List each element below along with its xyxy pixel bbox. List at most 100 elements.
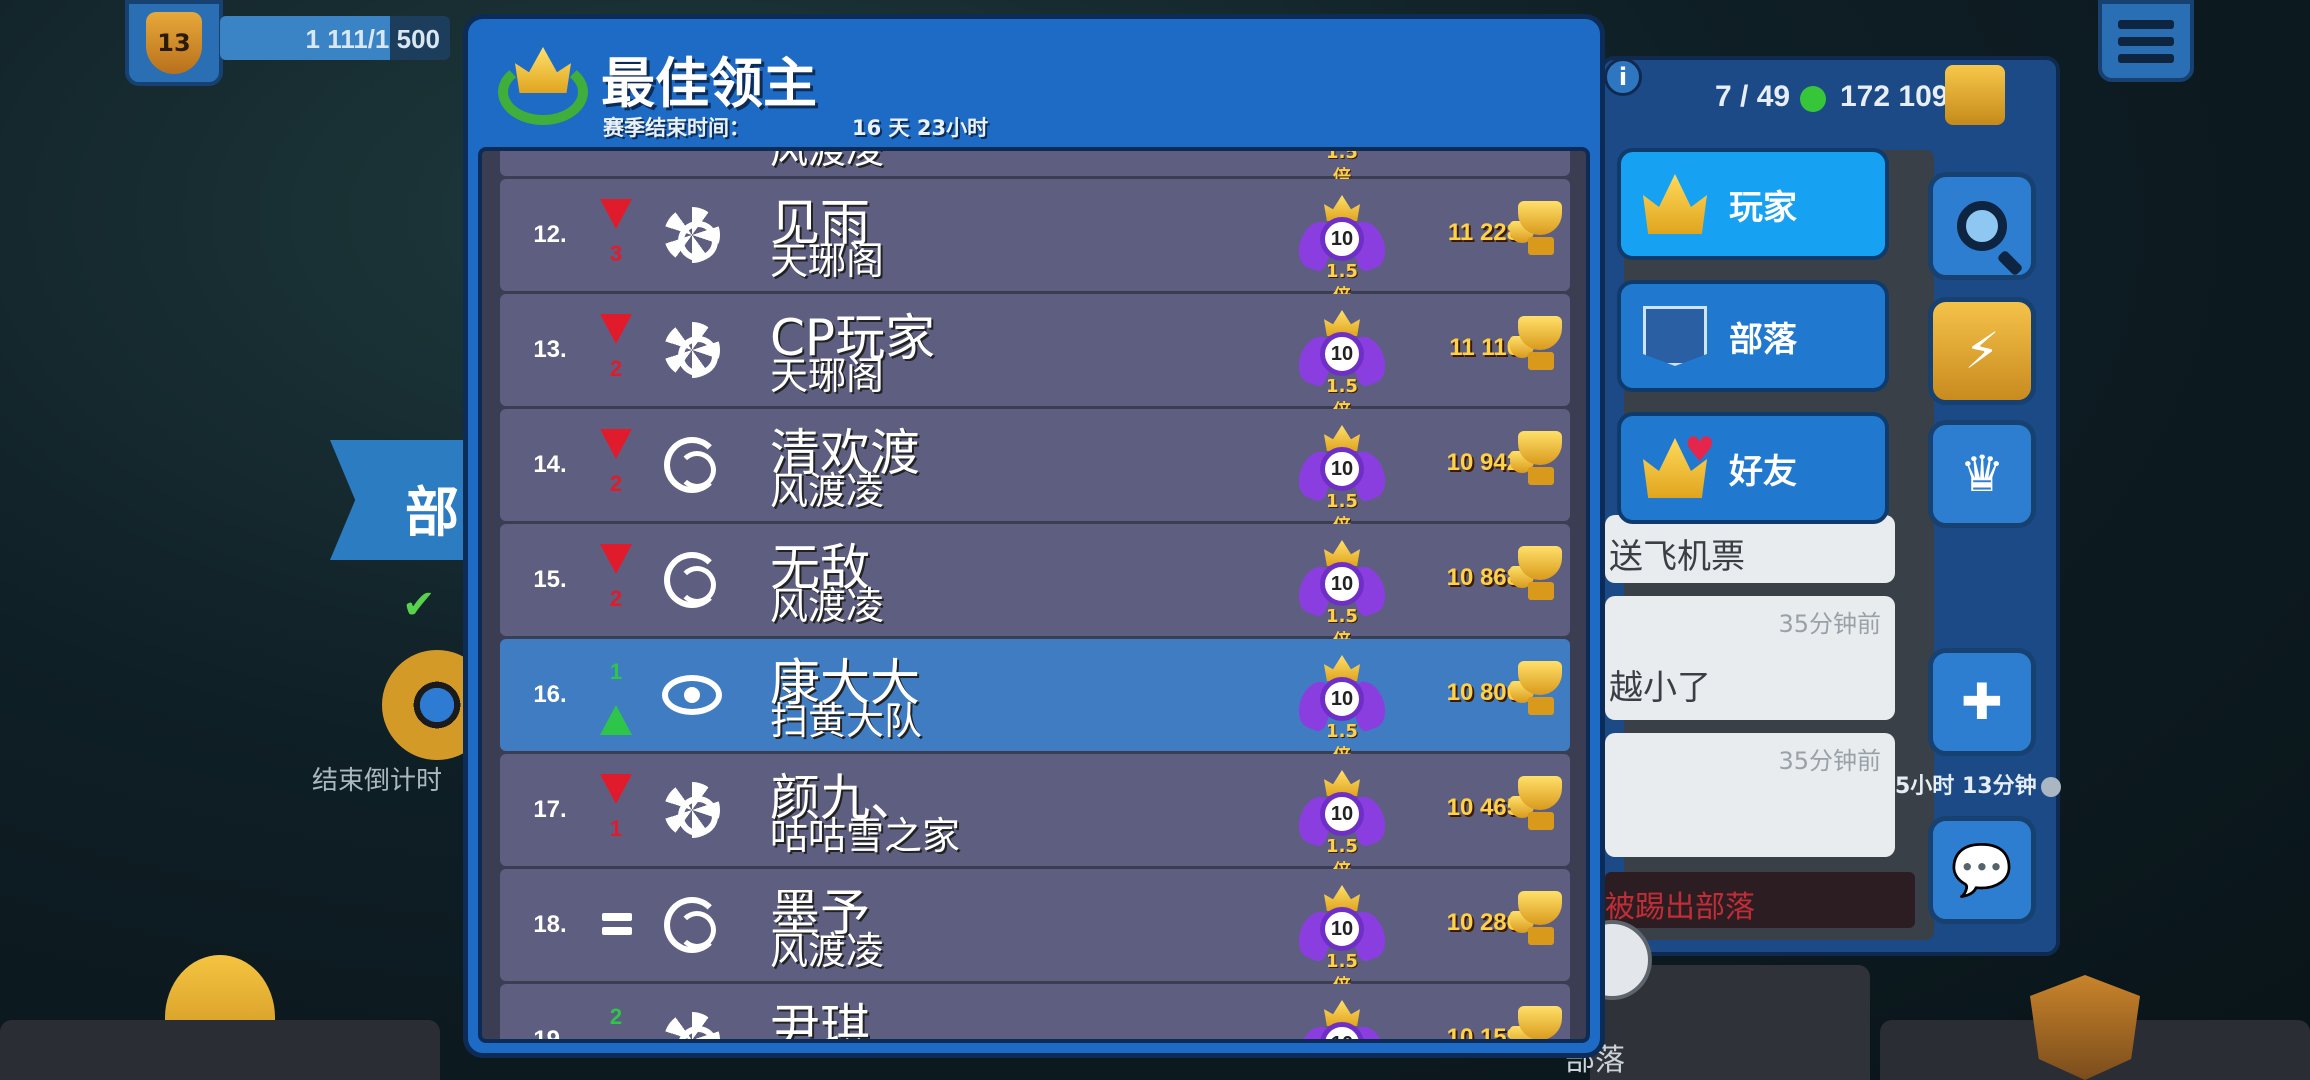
sun-emblem-icon xyxy=(662,780,722,840)
menu-bar-icon xyxy=(2118,53,2174,63)
trend-change: 2 xyxy=(609,1004,623,1029)
chat-text: 送飞机票 xyxy=(1609,537,1745,577)
eye-emblem-icon xyxy=(662,665,722,725)
crown-lightning-icon: ♛ xyxy=(1959,445,2005,503)
player-tribe: 扫黄大队 xyxy=(770,699,923,743)
kick-notice-text: 被踢出部落 xyxy=(1605,890,1755,925)
season-end-value: 16 天 23小时 xyxy=(852,116,989,140)
lightning-icon: ⚡ xyxy=(1964,322,2000,380)
league-medal-icon: 10 xyxy=(1292,1000,1392,1039)
main-menu-button[interactable] xyxy=(2098,0,2194,82)
magnifier-icon xyxy=(1957,201,2007,251)
swirl-emblem-icon xyxy=(662,435,722,495)
equal-icon xyxy=(602,913,632,941)
trophy-icon xyxy=(1945,65,2005,125)
player-tribe: 风渡凌 xyxy=(770,584,885,628)
rank-number: 15. xyxy=(533,566,567,593)
up-arrow-icon xyxy=(600,705,632,735)
medal-level: 10 xyxy=(1320,562,1364,606)
league-medal-icon: 101.5倍 xyxy=(1292,195,1392,307)
tribe-banner: 部 xyxy=(330,440,470,560)
chat-button[interactable]: 💬 xyxy=(1928,816,2036,924)
season-end-label: 赛季结束时间： xyxy=(603,116,750,140)
tribe-trophy-count: 172 109 xyxy=(1840,80,1949,113)
trophy-score: 10 465 xyxy=(1446,794,1520,821)
tab-tribes[interactable]: 部落 xyxy=(1617,280,1889,392)
modal-title: 最佳领主 xyxy=(601,52,817,115)
sun-emblem-icon xyxy=(662,205,722,265)
league-medal-icon: 101.5倍 xyxy=(1292,425,1392,537)
leaderboard-row[interactable]: 14.2清欢渡风渡凌101.5倍10 942 xyxy=(500,409,1570,537)
leaderboard-row[interactable]: 15.2无敌风渡凌101.5倍10 868 xyxy=(500,524,1570,652)
rank-trend: 2 xyxy=(596,1002,636,1039)
trophy-icon xyxy=(1510,431,1566,493)
leaderboard-row[interactable]: 17.1颜九、咕咕雪之家101.5倍10 465 xyxy=(500,754,1570,882)
trophy-score: 10 286 xyxy=(1446,909,1520,936)
chat-bubble: 35分钟前 越小了 xyxy=(1605,596,1895,720)
leaderboard-row[interactable]: 19. 2 尹琪 10 10 159 xyxy=(500,984,1570,1043)
online-dot-icon xyxy=(1800,86,1826,112)
player-tribe: 风渡凌 xyxy=(770,147,885,172)
trend-change: 1 xyxy=(609,659,623,684)
trophy-score: 11 110 xyxy=(1449,334,1520,361)
rank-trend: 1 xyxy=(596,772,636,852)
medal-level: 10 xyxy=(1320,1022,1364,1039)
tab-players-label: 玩家 xyxy=(1729,187,1797,228)
rank-trend xyxy=(596,887,636,967)
player-level-badge[interactable]: 13 xyxy=(125,0,223,86)
tab-friends[interactable]: ♥ 好友 xyxy=(1617,412,1889,524)
member-count: 7 / 49 xyxy=(1715,80,1791,113)
player-tribe: 咕咕雪之家 xyxy=(770,814,961,858)
player-tribe: 风渡凌 xyxy=(770,929,885,973)
sun-emblem-icon xyxy=(662,1010,722,1039)
rank-number: 19. xyxy=(533,1026,567,1043)
crown-icon xyxy=(1643,174,1707,234)
battle-button[interactable]: ⚡ xyxy=(1928,297,2036,405)
side-timer: 5小时 13分钟 xyxy=(1895,768,2061,800)
leaderboard-list[interactable]: 风渡凌1.5倍12.3见雨天琊阁101.5倍11 22813.2CP玩家天琊阁1… xyxy=(478,147,1590,1043)
rank-trend: 1 xyxy=(596,657,636,737)
rank-trend: 2 xyxy=(596,542,636,622)
trend-change: 2 xyxy=(609,586,623,611)
medal-level: 10 xyxy=(1320,332,1364,376)
trophy-score: 11 228 xyxy=(1447,219,1520,246)
rank-number: 18. xyxy=(533,911,567,938)
trophy-icon xyxy=(1510,661,1566,723)
add-card-button[interactable]: ✚ xyxy=(1928,648,2036,756)
player-tribe: 天琊阁 xyxy=(770,239,885,283)
info-icon[interactable]: i xyxy=(1604,58,1642,96)
leaderboard-rows: 风渡凌1.5倍12.3见雨天琊阁101.5倍11 22813.2CP玩家天琊阁1… xyxy=(500,147,1572,1043)
menu-bar-icon xyxy=(2118,36,2174,46)
player-name: 尹琪 xyxy=(770,999,870,1043)
search-button[interactable] xyxy=(1928,172,2036,280)
tab-players[interactable]: 玩家 xyxy=(1617,148,1889,260)
trend-change: 1 xyxy=(609,816,623,841)
leaderboard-row[interactable]: 18.墨予风渡凌101.5倍10 286 xyxy=(500,869,1570,997)
tab-friends-label: 好友 xyxy=(1729,451,1797,492)
medal-level: 10 xyxy=(1320,447,1364,491)
modal-header: 最佳领主 赛季结束时间： 16 天 23小时 xyxy=(468,19,1600,147)
trophy-icon xyxy=(1510,201,1566,263)
leaderboard-row[interactable]: 13.2CP玩家天琊阁101.5倍11 110 xyxy=(500,294,1570,422)
medal-level: 10 xyxy=(1320,677,1364,721)
down-arrow-icon xyxy=(600,429,632,459)
rank-number: 13. xyxy=(533,336,567,363)
leaderboard-row[interactable]: 16.1康大大扫黄大队101.5倍10 800 xyxy=(500,639,1570,767)
medal-level: 10 xyxy=(1320,217,1364,261)
player-tribe: 风渡凌 xyxy=(770,469,885,513)
league-medal-icon: 101.5倍 xyxy=(1292,540,1392,652)
down-arrow-icon xyxy=(600,774,632,804)
league-medal-icon: 1.5倍 xyxy=(1300,151,1384,188)
laurel-crown-icon xyxy=(498,39,588,125)
trophy-score: 10 800 xyxy=(1446,679,1520,706)
leaderboard-row[interactable]: 风渡凌 1.5倍 xyxy=(500,147,1570,188)
menu-bar-icon xyxy=(2118,19,2174,29)
level-number: 13 xyxy=(157,29,191,57)
leaderboard-row[interactable]: 12.3见雨天琊阁101.5倍11 228 xyxy=(500,179,1570,307)
trophy-icon xyxy=(1510,891,1566,953)
medal-level: 10 xyxy=(1320,907,1364,951)
rank-trend: 2 xyxy=(596,312,636,392)
tribe-war-button[interactable]: ♛ xyxy=(1928,420,2036,528)
tribe-banner-char: 部 xyxy=(405,481,459,544)
chat-bubble: 35分钟前 xyxy=(1605,733,1895,857)
